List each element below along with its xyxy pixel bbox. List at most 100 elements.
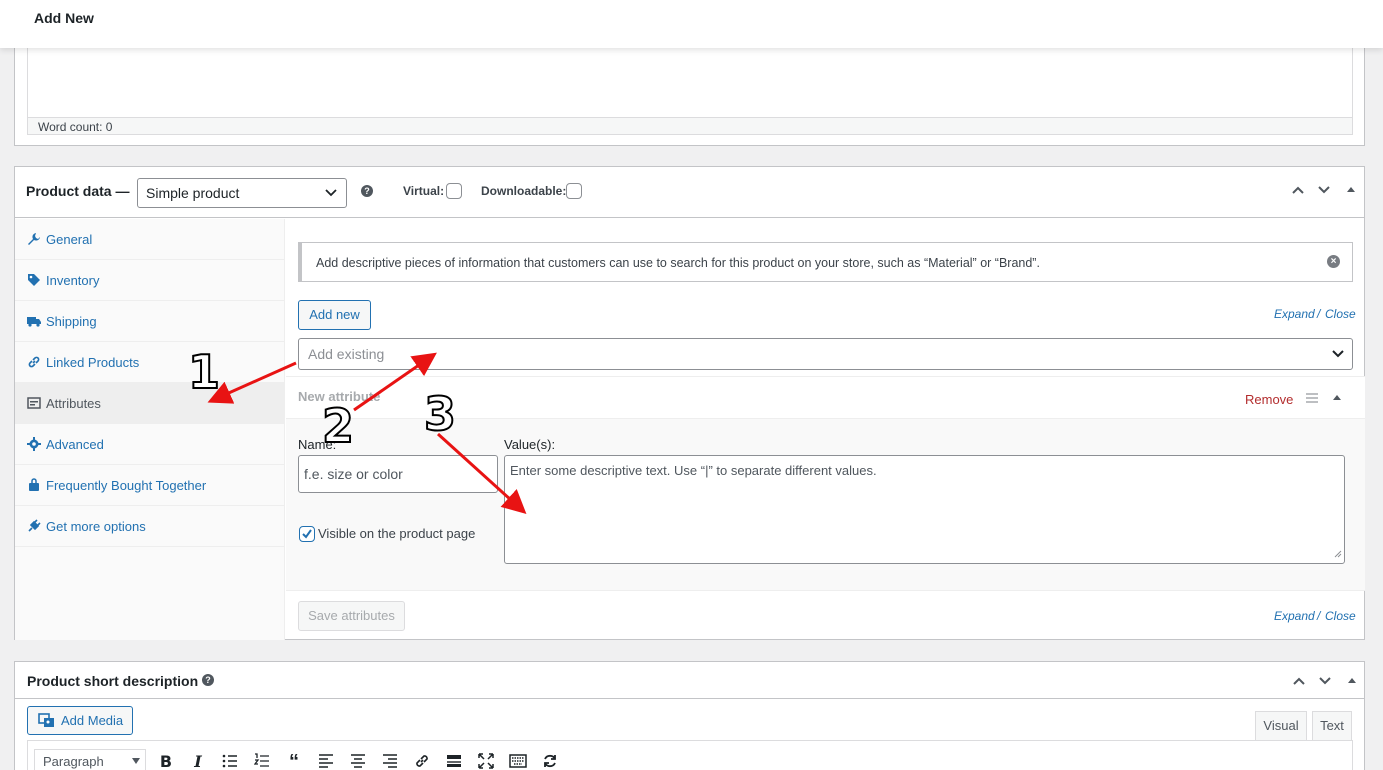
move-up-icon[interactable]: [1290, 182, 1310, 202]
chevron-down-icon: [324, 185, 338, 202]
editor-text-area[interactable]: [27, 41, 1353, 119]
tag-icon: [27, 273, 41, 287]
bag-icon: [27, 478, 41, 492]
add-media-label: Add Media: [61, 713, 124, 728]
expand-link[interactable]: Expand: [1274, 307, 1315, 321]
tab-label: Get more options: [46, 519, 146, 534]
format-select-value: Paragraph: [43, 754, 104, 769]
tab-shipping[interactable]: Shipping: [15, 301, 285, 342]
drag-handle-icon[interactable]: [1305, 392, 1319, 407]
bold-icon[interactable]: B: [157, 753, 175, 770]
gear-icon: [27, 437, 41, 451]
save-attributes-button[interactable]: Save attributes: [298, 601, 405, 631]
word-count: Word count: 0: [27, 117, 1353, 135]
name-label: Name:: [298, 437, 337, 452]
attributes-panel: Add descriptive pieces of information th…: [286, 219, 1365, 640]
chevron-down-icon: [1330, 345, 1346, 364]
page-title: Add New: [34, 10, 94, 26]
tab-label: Shipping: [46, 314, 97, 329]
product-type-select[interactable]: Simple product: [137, 178, 347, 208]
short-description-box: Product short description ? Add Media Vi…: [14, 661, 1365, 770]
bullet-list-icon[interactable]: [221, 753, 239, 770]
visible-on-product-page-checkbox[interactable]: [299, 526, 315, 542]
tab-general[interactable]: General: [15, 219, 285, 260]
tab-frequently-bought-together[interactable]: Frequently Bought Together: [15, 465, 285, 506]
downloadable-label: Downloadable:: [481, 184, 567, 198]
tab-label: Attributes: [46, 396, 101, 411]
attribute-heading: New attribute: [298, 389, 381, 404]
attribute-name-input[interactable]: f.e. size or color: [298, 455, 498, 493]
keyboard-icon[interactable]: [509, 753, 527, 770]
tab-advanced[interactable]: Advanced: [15, 424, 285, 465]
short-description-header: Product short description ?: [15, 662, 1364, 699]
remove-attribute-link[interactable]: Remove: [1245, 392, 1293, 407]
notice-text: Add descriptive pieces of information th…: [316, 256, 1040, 270]
attribute-header[interactable]: New attribute Remove: [286, 376, 1365, 419]
refresh-icon[interactable]: [541, 753, 559, 770]
content-editor: Word count: 0: [14, 40, 1365, 146]
slash-separator: /: [1317, 609, 1321, 623]
tab-visual[interactable]: Visual: [1255, 711, 1307, 741]
virtual-checkbox[interactable]: [446, 183, 462, 199]
name-placeholder: f.e. size or color: [304, 466, 403, 482]
add-existing-placeholder: Add existing: [308, 346, 385, 362]
expand-link-bottom[interactable]: Expand: [1274, 609, 1315, 623]
collapse-attribute-icon[interactable]: [1331, 391, 1343, 408]
read-more-icon[interactable]: [445, 753, 463, 770]
align-right-icon[interactable]: [381, 753, 399, 770]
fullscreen-icon[interactable]: [477, 753, 495, 770]
toggle-panel-icon[interactable]: [1346, 673, 1358, 692]
help-icon[interactable]: ?: [361, 185, 373, 197]
italic-icon[interactable]: I: [189, 753, 207, 770]
align-center-icon[interactable]: [349, 753, 367, 770]
truck-icon: [27, 314, 41, 328]
editor-toolbar: Paragraph B I “: [27, 740, 1353, 770]
plug-icon: [27, 519, 41, 533]
add-existing-select[interactable]: Add existing: [298, 338, 1353, 370]
virtual-label: Virtual:: [403, 184, 445, 198]
tab-label: General: [46, 232, 93, 247]
slash-separator: /: [1317, 307, 1321, 321]
move-up-icon[interactable]: [1291, 673, 1307, 692]
tab-label: Inventory: [46, 273, 100, 288]
close-link[interactable]: Close: [1325, 307, 1356, 321]
insert-link-icon[interactable]: [413, 753, 431, 770]
tab-label: Frequently Bought Together: [46, 478, 207, 493]
product-data-title: Product data —: [26, 183, 130, 199]
attributes-notice: Add descriptive pieces of information th…: [298, 242, 1353, 282]
numbered-list-icon[interactable]: [253, 753, 271, 770]
blockquote-icon[interactable]: “: [285, 752, 303, 770]
visible-label: Visible on the product page: [318, 526, 476, 541]
resize-handle-icon[interactable]: [1334, 546, 1342, 561]
add-new-attribute-button[interactable]: Add new: [298, 300, 371, 330]
format-select[interactable]: Paragraph: [34, 749, 146, 770]
short-description-title: Product short description: [27, 673, 199, 689]
downloadable-checkbox[interactable]: [566, 183, 582, 199]
toggle-panel-icon[interactable]: [1345, 182, 1365, 202]
add-media-button[interactable]: Add Media: [27, 706, 133, 735]
list-icon: [27, 396, 41, 410]
tab-attributes[interactable]: Attributes: [15, 383, 285, 424]
tab-label: Linked Products: [46, 355, 140, 370]
top-bar: Add New: [0, 0, 1383, 48]
product-type-value: Simple product: [146, 185, 240, 201]
close-icon[interactable]: ×: [1327, 255, 1340, 268]
wrench-icon: [27, 232, 41, 246]
tab-linked-products[interactable]: Linked Products: [15, 342, 285, 383]
attribute-values-textarea[interactable]: Enter some descriptive text. Use “|” to …: [504, 455, 1345, 564]
caret-down-icon: [132, 758, 140, 764]
tab-text[interactable]: Text: [1312, 711, 1352, 741]
values-placeholder: Enter some descriptive text. Use “|” to …: [510, 463, 877, 478]
help-icon[interactable]: ?: [202, 674, 214, 686]
product-data-header: Product data — Simple product ? Virtual:…: [15, 167, 1364, 218]
move-down-icon[interactable]: [1316, 182, 1336, 202]
align-left-icon[interactable]: [317, 753, 335, 770]
move-down-icon[interactable]: [1317, 673, 1333, 692]
attribute-body: Name: Value(s): f.e. size or color Enter…: [286, 419, 1365, 591]
tab-inventory[interactable]: Inventory: [15, 260, 285, 301]
media-icon: [38, 713, 56, 732]
tab-label: Advanced: [46, 437, 104, 452]
close-link-bottom[interactable]: Close: [1325, 609, 1356, 623]
tab-get-more-options[interactable]: Get more options: [15, 506, 285, 547]
link-icon: [27, 355, 41, 369]
